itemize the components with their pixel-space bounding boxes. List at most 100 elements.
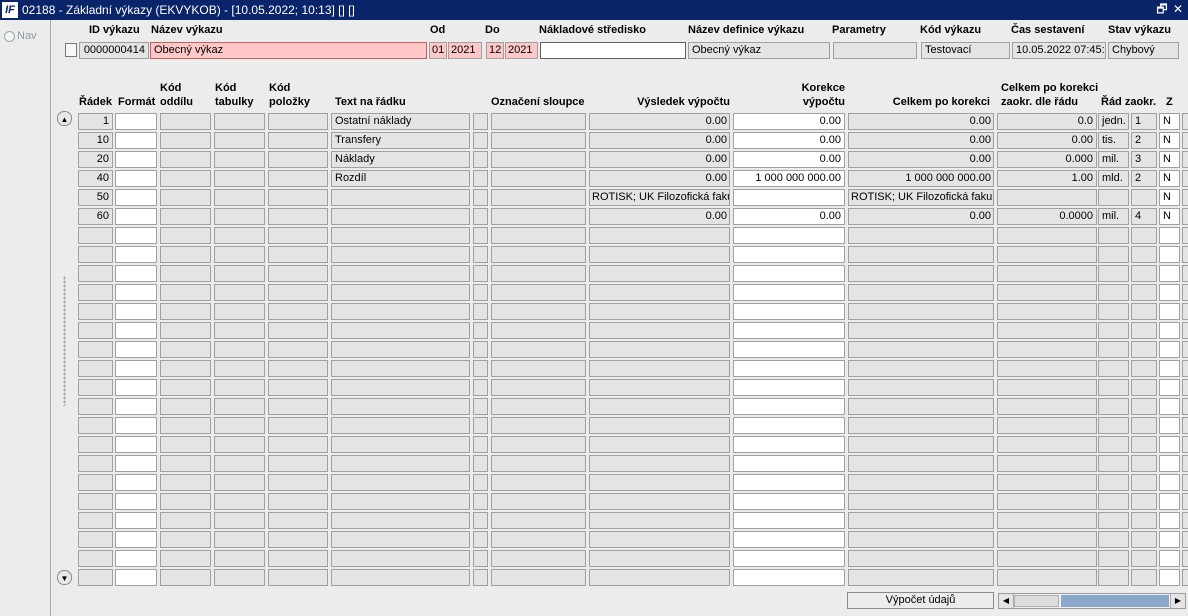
cell-small[interactable] [473,132,488,149]
cell-kod-oddilu[interactable] [160,113,211,130]
cell-format[interactable] [115,322,157,339]
cell-celkem-zaokr[interactable] [997,550,1097,567]
cell-rad[interactable] [1131,341,1157,358]
cell-kod-polozky[interactable] [268,474,328,491]
cell-celkem[interactable] [848,531,994,548]
kod-vykazu-field[interactable]: Testovací [921,42,1010,59]
cell-z[interactable] [1159,360,1180,377]
cell-format[interactable] [115,417,157,434]
cell-radek[interactable] [78,227,113,244]
cell-z[interactable] [1159,569,1180,586]
do-month-field[interactable]: 12 [486,42,504,59]
cell-rad-label[interactable] [1098,227,1129,244]
scroll-grip[interactable] [63,276,66,406]
cell-radek[interactable]: 1 [78,113,113,130]
cell-celkem[interactable]: 1 000 000 000.00 [848,170,994,187]
cell-kod-polozky[interactable] [268,246,328,263]
cell-oznaceni[interactable] [491,360,586,377]
record-select-checkbox[interactable] [65,43,77,57]
cell-celkem-zaokr[interactable] [997,322,1097,339]
cell-kod-polozky[interactable] [268,170,328,187]
cell-vysledek[interactable] [589,284,730,301]
cell-small[interactable] [473,455,488,472]
cell-korekce[interactable] [733,227,845,244]
cell-text[interactable] [331,265,470,282]
cell-oznaceni[interactable] [491,132,586,149]
cell-vysledek[interactable] [589,379,730,396]
cas-sestaveni-field[interactable]: 10.05.2022 07:45:4 [1012,42,1106,59]
cell-radek[interactable] [78,360,113,377]
cell-small[interactable] [473,436,488,453]
cell-vysledek[interactable] [589,436,730,453]
nazev-definice-field[interactable]: Obecný výkaz [688,42,830,59]
cell-korekce[interactable] [733,246,845,263]
cell-celkem[interactable] [848,550,994,567]
cell-text[interactable] [331,246,470,263]
cell-celkem-zaokr[interactable] [997,303,1097,320]
cell-kod-polozky[interactable] [268,208,328,225]
cell-text[interactable] [331,322,470,339]
cell-korekce[interactable]: 0.00 [733,113,845,130]
cell-text[interactable] [331,303,470,320]
cell-celkem[interactable]: 0.00 [848,208,994,225]
cell-z[interactable] [1159,246,1180,263]
cell-rad-label[interactable] [1098,512,1129,529]
cell-celkem[interactable] [848,284,994,301]
cell-radek[interactable]: 10 [78,132,113,149]
cell-kod-polozky[interactable] [268,113,328,130]
cell-celkem-zaokr[interactable] [997,227,1097,244]
cell-z[interactable]: N [1159,113,1180,130]
cell-korekce[interactable] [733,493,845,510]
cell-kod-polozky[interactable] [268,360,328,377]
cell-rad-label[interactable] [1098,569,1129,586]
cell-oznaceni[interactable] [491,246,586,263]
cell-vysledek[interactable] [589,474,730,491]
cell-rad-label[interactable] [1098,341,1129,358]
cell-rad-label[interactable] [1098,284,1129,301]
cell-z[interactable] [1159,379,1180,396]
cell-korekce[interactable] [733,417,845,434]
cell-z[interactable]: N [1159,208,1180,225]
cell-small[interactable] [473,208,488,225]
cell-vysledek[interactable] [589,246,730,263]
cell-kod-tabulky[interactable] [214,208,265,225]
cell-rad[interactable] [1131,436,1157,453]
cell-radek[interactable] [78,265,113,282]
cell-text[interactable] [331,379,470,396]
cell-celkem[interactable] [848,436,994,453]
cell-text[interactable] [331,436,470,453]
cell-korekce[interactable] [733,569,845,586]
cell-extra[interactable] [1182,417,1188,434]
cell-kod-tabulky[interactable] [214,246,265,263]
cell-kod-oddilu[interactable] [160,132,211,149]
cell-celkem-zaokr[interactable] [997,512,1097,529]
cell-vysledek[interactable]: ROTISK; UK Filozofická fakulta [589,189,730,206]
cell-small[interactable] [473,170,488,187]
cell-z[interactable] [1159,303,1180,320]
cell-oznaceni[interactable] [491,189,586,206]
cell-text[interactable] [331,398,470,415]
cell-celkem-zaokr[interactable] [997,265,1097,282]
cell-kod-oddilu[interactable] [160,322,211,339]
cell-kod-tabulky[interactable] [214,550,265,567]
cell-rad-label[interactable] [1098,265,1129,282]
cell-z[interactable] [1159,455,1180,472]
cell-kod-oddilu[interactable] [160,170,211,187]
cell-small[interactable] [473,398,488,415]
scroll-up-icon[interactable]: ▲ [57,111,72,126]
cell-text[interactable] [331,455,470,472]
cell-celkem-zaokr[interactable] [997,189,1097,206]
cell-radek[interactable] [78,398,113,415]
cell-text[interactable] [331,474,470,491]
horizontal-scrollbar[interactable]: ◀ ▶ [998,593,1186,609]
cell-small[interactable] [473,417,488,434]
cell-korekce[interactable] [733,341,845,358]
cell-oznaceni[interactable] [491,436,586,453]
cell-kod-polozky[interactable] [268,132,328,149]
cell-z[interactable] [1159,474,1180,491]
cell-format[interactable] [115,436,157,453]
cell-rad[interactable]: 3 [1131,151,1157,168]
cell-kod-tabulky[interactable] [214,132,265,149]
cell-rad-label[interactable]: tis. [1098,132,1129,149]
cell-text[interactable] [331,208,470,225]
